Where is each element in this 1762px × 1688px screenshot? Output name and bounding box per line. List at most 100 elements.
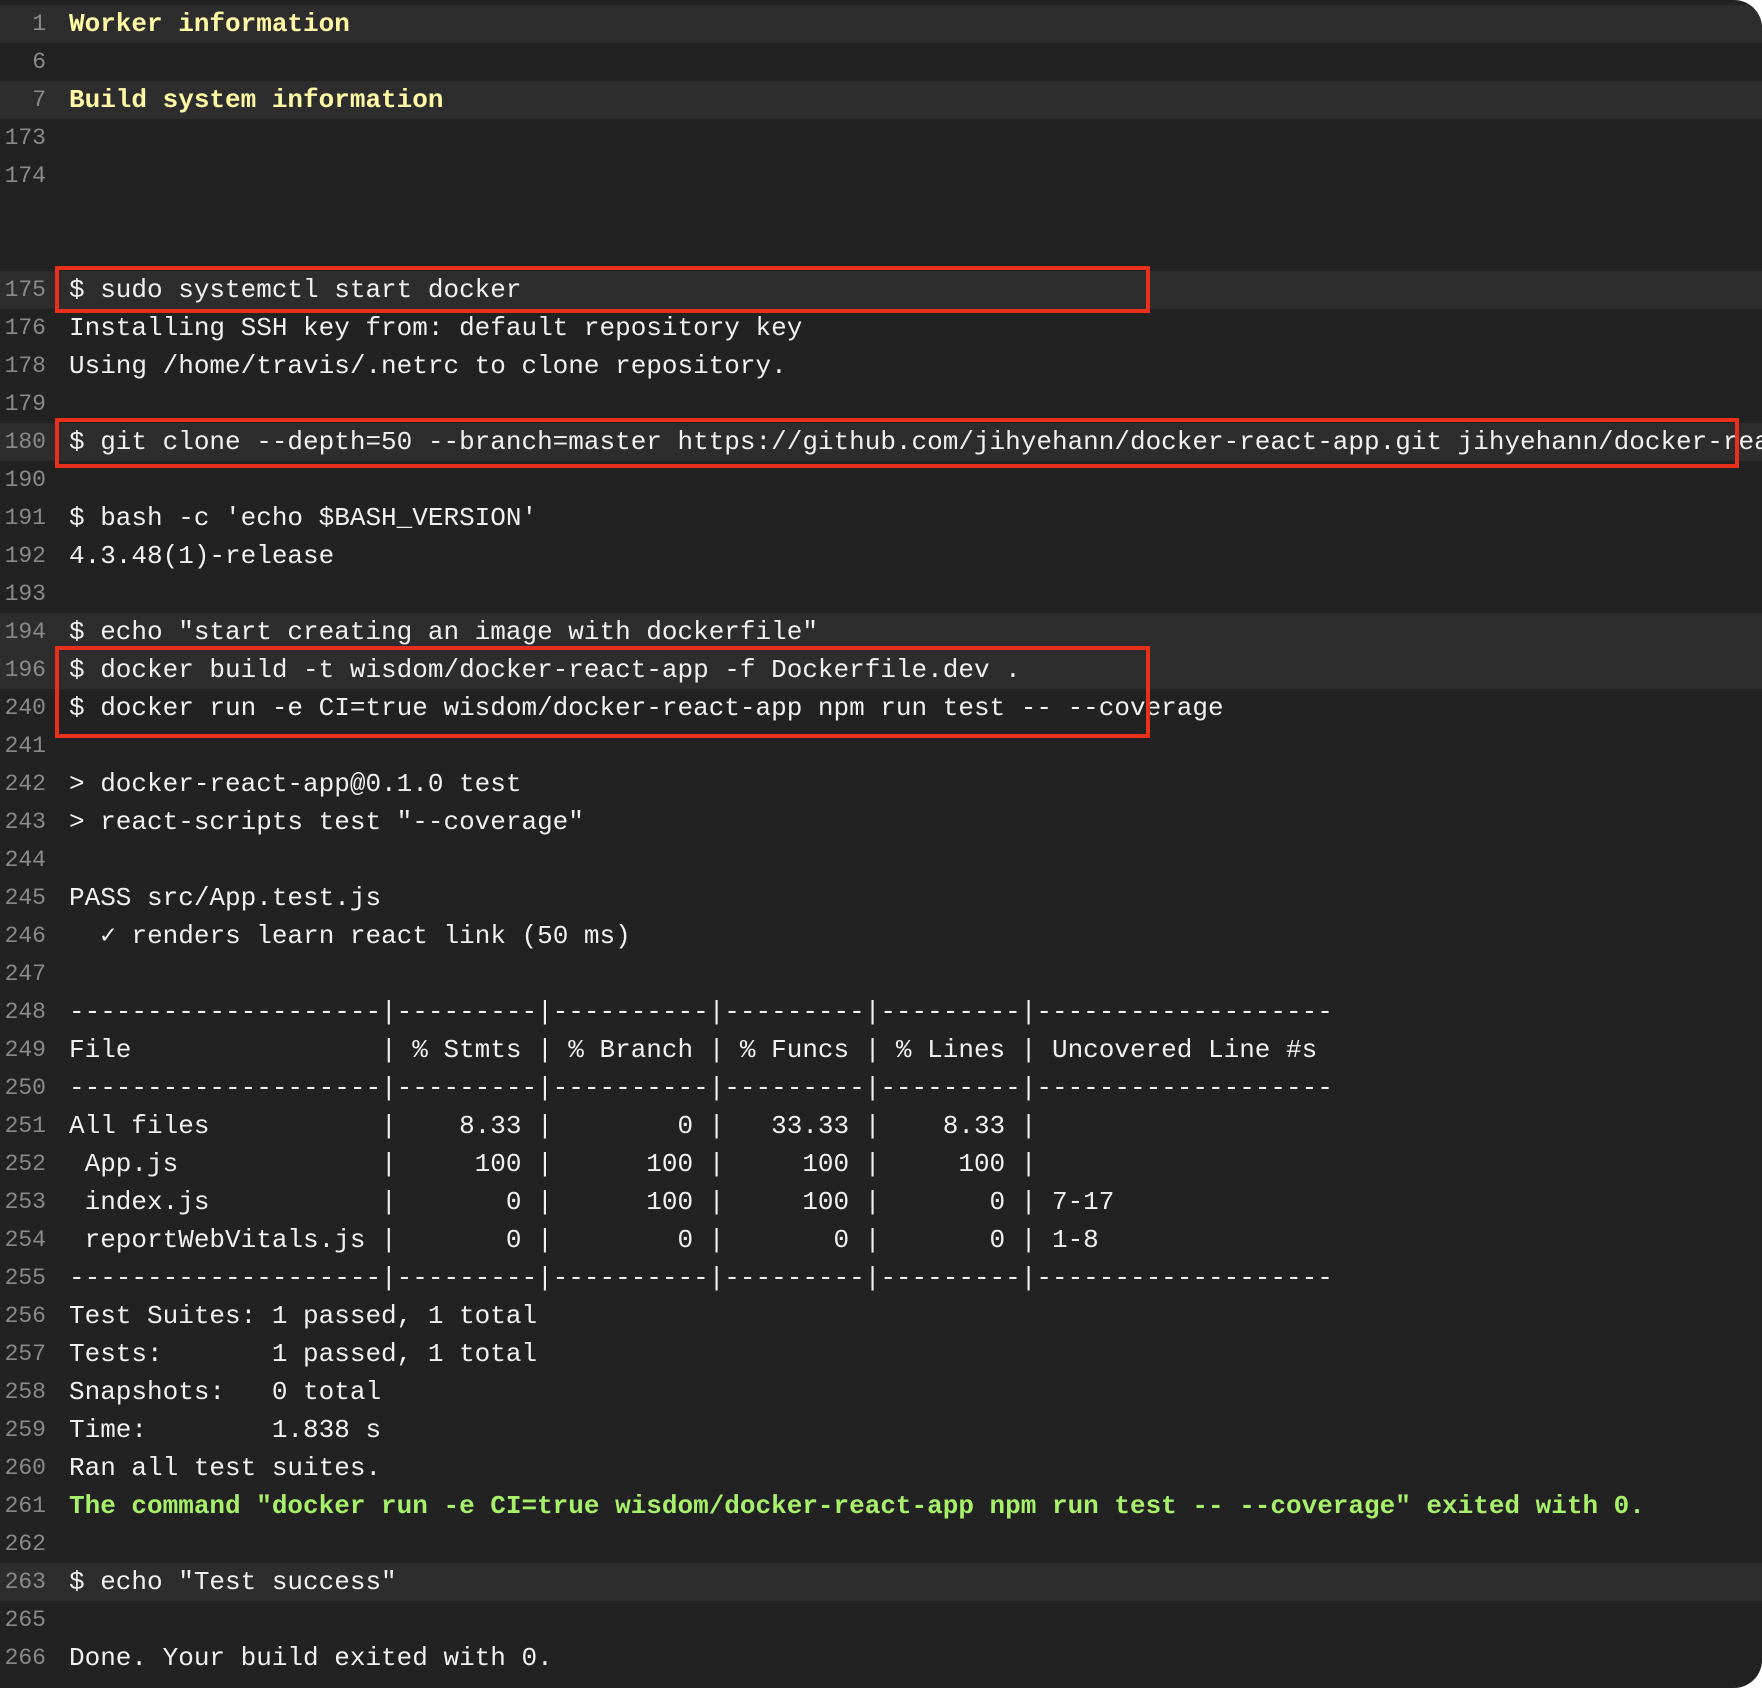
log-line: 245 PASS src/App.test.js [0,879,1762,917]
log-line: 251 All files | 8.33 | 0 | 33.33 | 8.33 | [0,1107,1762,1145]
line-number-link[interactable]: 178 [0,347,46,385]
log-fold-line[interactable]: 1 Worker information [0,5,1762,43]
line-number-link[interactable]: 247 [0,955,46,993]
log-line: 191 $ bash -c 'echo $BASH_VERSION' [0,499,1762,537]
log-line-text: $ echo "start creating an image with doc… [69,617,818,647]
log-line-text: index.js | 0 | 100 | 100 | 0 | 7-17 [69,1187,1115,1217]
line-number-link[interactable]: 262 [0,1525,46,1563]
log-line: 266 Done. Your build exited with 0. [0,1639,1762,1677]
log-line-text: $ docker run -e CI=true wisdom/docker-re… [69,693,1224,723]
log-line: 190 [0,461,1762,499]
line-number-link[interactable]: 193 [0,575,46,613]
line-number-link[interactable]: 7 [0,81,46,119]
log-line-text: Tests: 1 passed, 1 total [69,1339,538,1369]
line-number-link[interactable]: 244 [0,841,46,879]
line-number-link[interactable]: 196 [0,651,46,689]
log-line-text: ✓ renders learn react link (50 ms) [69,921,631,951]
log-line: 258 Snapshots: 0 total [0,1373,1762,1411]
line-number-link[interactable]: 266 [0,1639,46,1677]
line-number-link[interactable]: 251 [0,1107,46,1145]
log-line: 243 > react-scripts test "--coverage" [0,803,1762,841]
line-number-link[interactable]: 242 [0,765,46,803]
log-line-text: Installing SSH key from: default reposit… [69,313,803,343]
line-number-link[interactable]: 253 [0,1183,46,1221]
line-number-link[interactable]: 265 [0,1601,46,1639]
log-line: 242 > docker-react-app@0.1.0 test [0,765,1762,803]
line-number-link[interactable]: 254 [0,1221,46,1259]
line-number-link[interactable]: 6 [0,43,46,81]
log-line: 6 [0,43,1762,81]
log-fold-line[interactable]: 180 $ git clone --depth=50 --branch=maste… [0,423,1762,461]
log-line-text: $ git clone --depth=50 --branch=master h… [69,427,1762,457]
log-line: 173 [0,119,1762,157]
line-number-link[interactable]: 256 [0,1297,46,1335]
log-line-text: The command "docker run -e CI=true wisdo… [69,1491,1645,1521]
line-number-link[interactable]: 241 [0,727,46,765]
log-line-text: $ bash -c 'echo $BASH_VERSION' [69,503,538,533]
line-number-link[interactable]: 245 [0,879,46,917]
log-line: 246 ✓ renders learn react link (50 ms) [0,917,1762,955]
log-line: 176 Installing SSH key from: default repo… [0,309,1762,347]
line-number-link[interactable]: 250 [0,1069,46,1107]
line-number-link[interactable]: 190 [0,461,46,499]
log-fold-line[interactable]: 175 $ sudo systemctl start docker [0,271,1762,309]
log-fold-line[interactable]: 7 Build system information [0,81,1762,119]
log-line: 260 Ran all test suites. [0,1449,1762,1487]
log-line: 261 The command "docker run -e CI=true wi… [0,1487,1762,1525]
log-fold-line[interactable]: 196 $ docker build -t wisdom/docker-react… [0,651,1762,689]
log-line: 193 [0,575,1762,613]
log-line-text: Test Suites: 1 passed, 1 total [69,1301,538,1331]
log-line: 256 Test Suites: 1 passed, 1 total [0,1297,1762,1335]
line-number-link[interactable]: 257 [0,1335,46,1373]
log-line: 257 Tests: 1 passed, 1 total [0,1335,1762,1373]
line-number-link[interactable]: 248 [0,993,46,1031]
log-line: 248 --------------------|---------|------… [0,993,1762,1031]
log-line-text: --------------------|---------|---------… [69,1263,1333,1293]
log-line: 174 [0,157,1762,195]
log-line: 247 [0,955,1762,993]
line-number-link[interactable]: 263 [0,1563,46,1601]
line-number-link[interactable]: 249 [0,1031,46,1069]
line-number-link[interactable]: 243 [0,803,46,841]
line-number-link[interactable]: 173 [0,119,46,157]
build-log-panel: 1 Worker information 6 7 Build system inform… [0,0,1762,1688]
line-number-link[interactable]: 176 [0,309,46,347]
log-line: 250 --------------------|---------|------… [0,1069,1762,1107]
log-line-text: PASS src/App.test.js [69,883,382,913]
log-line: 254 reportWebVitals.js | 0 | 0 | 0 | 0 |… [0,1221,1762,1259]
log-fold-line[interactable]: 263 $ echo "Test success" [0,1563,1762,1601]
log-line: 249 File | % Stmts | % Branch | % Funcs |… [0,1031,1762,1069]
line-number-link[interactable]: 1 [0,5,46,43]
line-number-link[interactable]: 252 [0,1145,46,1183]
log-line-text: Using /home/travis/.netrc to clone repos… [69,351,787,381]
log-line: 253 index.js | 0 | 100 | 100 | 0 | 7-17 [0,1183,1762,1221]
line-number-link[interactable]: 259 [0,1411,46,1449]
line-number-link[interactable]: 261 [0,1487,46,1525]
log-fold-line[interactable]: 194 $ echo "start creating an image with … [0,613,1762,651]
log-line: 252 App.js | 100 | 100 | 100 | 100 | [0,1145,1762,1183]
line-number-link[interactable]: 174 [0,157,46,195]
log-line: 255 --------------------|---------|------… [0,1259,1762,1297]
line-number-link[interactable]: 175 [0,271,46,309]
line-number-link[interactable]: 179 [0,385,46,423]
line-number-link[interactable]: 180 [0,423,46,461]
log-line-text: 4.3.48(1)-release [69,541,335,571]
log-line: 179 [0,385,1762,423]
line-number-link[interactable]: 194 [0,613,46,651]
log-line-text: Time: 1.838 s [69,1415,382,1445]
log-line-text: $ docker build -t wisdom/docker-react-ap… [69,655,1021,685]
line-number-link[interactable]: 255 [0,1259,46,1297]
log-line-text: > react-scripts test "--coverage" [69,807,584,837]
log-line-text: > docker-react-app@0.1.0 test [69,769,522,799]
line-number-link[interactable]: 246 [0,917,46,955]
line-number-link[interactable]: 192 [0,537,46,575]
line-number-link[interactable]: 260 [0,1449,46,1487]
line-number-link[interactable]: 240 [0,689,46,727]
line-number-link[interactable]: 191 [0,499,46,537]
log-line-text: All files | 8.33 | 0 | 33.33 | 8.33 | [69,1111,1037,1141]
log-line-text: App.js | 100 | 100 | 100 | 100 | [69,1149,1037,1179]
log-line: 178 Using /home/travis/.netrc to clone re… [0,347,1762,385]
line-number-link[interactable]: 258 [0,1373,46,1411]
log-line: 241 [0,727,1762,765]
log-line-text: --------------------|---------|---------… [69,997,1333,1027]
